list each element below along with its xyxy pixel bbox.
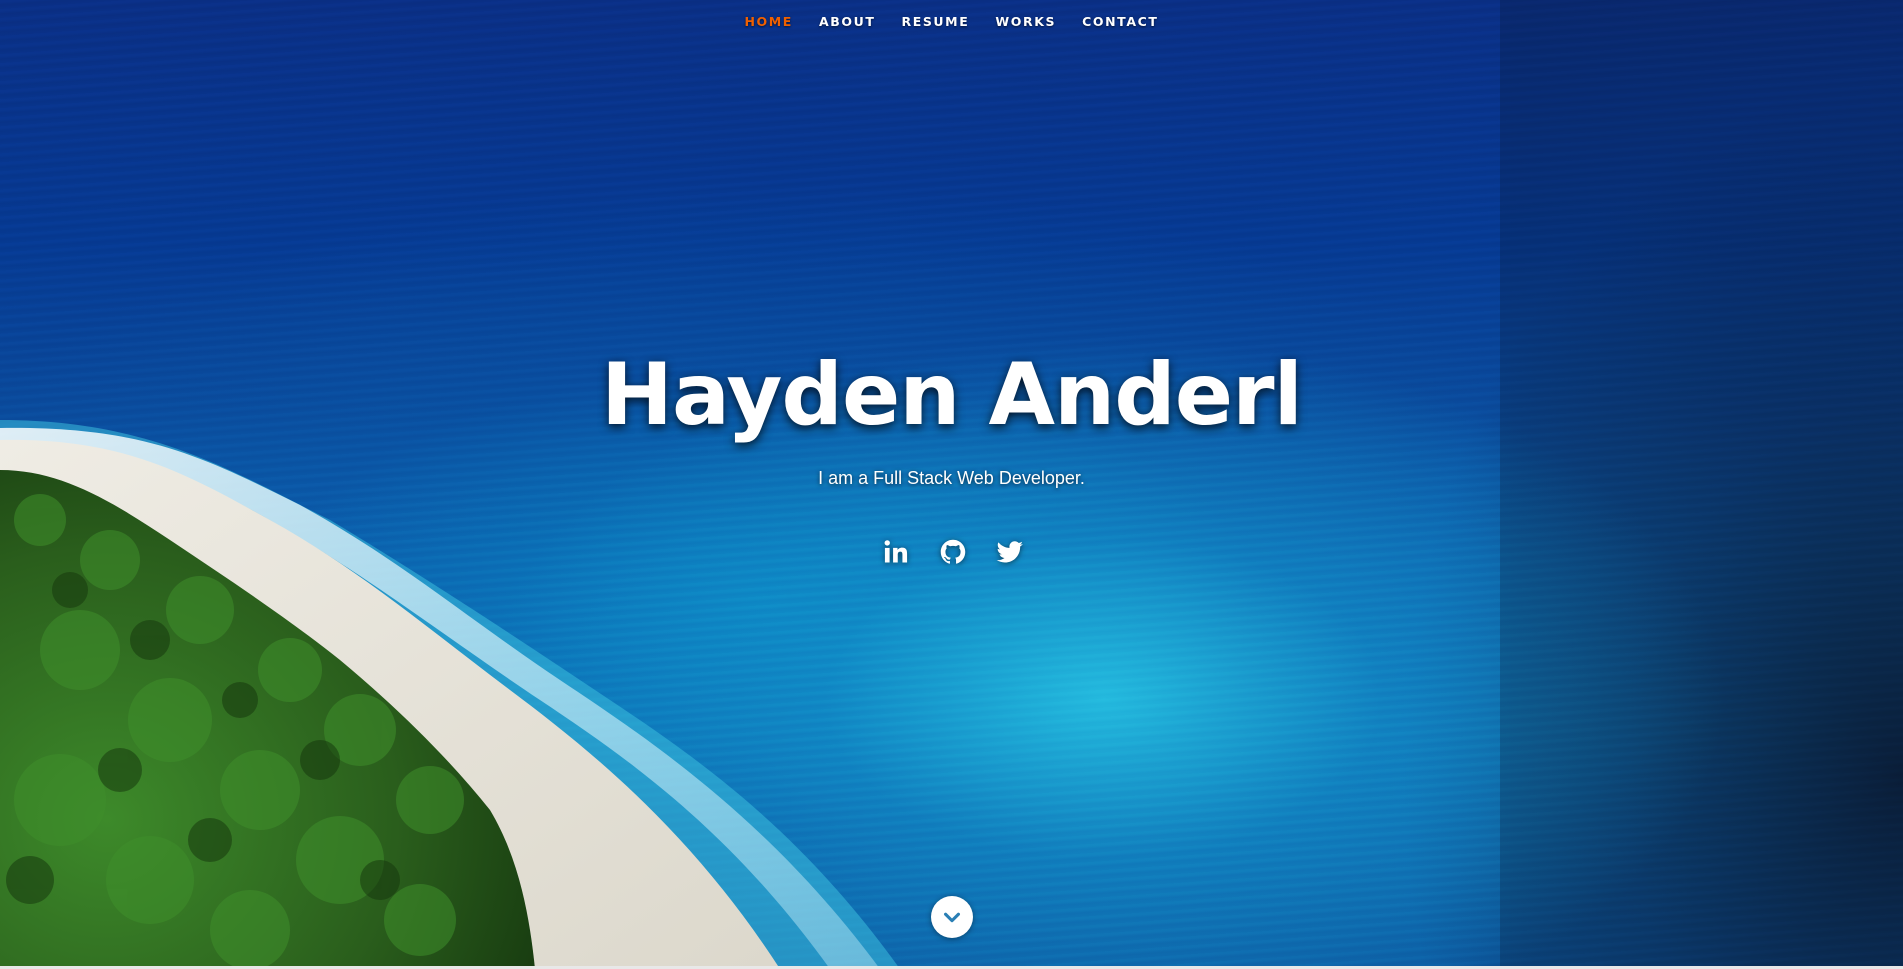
linkedin-link[interactable] [881,537,911,567]
nav-item-contact[interactable]: CONTACT [1069,0,1171,44]
main-nav: HOME ABOUT RESUME WORKS CONTACT [0,0,1903,44]
github-icon [940,539,965,564]
nav-item-home[interactable]: HOME [731,0,805,44]
github-link[interactable] [938,537,968,567]
nav-item-about[interactable]: ABOUT [806,0,889,44]
banner: Hayden Anderl I am a Full Stack Web Deve… [0,340,1903,489]
scroll-down-button[interactable] [931,896,973,938]
twitter-icon [996,541,1023,563]
hero-section: HOME ABOUT RESUME WORKS CONTACT Hayden A… [0,0,1903,969]
nav-item-resume[interactable]: RESUME [888,0,982,44]
banner-subtitle: I am a Full Stack Web Developer. [818,468,1085,488]
social-links [0,537,1903,567]
banner-title: Hayden Anderl [600,345,1303,445]
chevron-down-icon [944,912,960,923]
nav-item-works[interactable]: WORKS [982,0,1069,44]
twitter-link[interactable] [995,537,1025,567]
linkedin-icon [884,540,907,563]
